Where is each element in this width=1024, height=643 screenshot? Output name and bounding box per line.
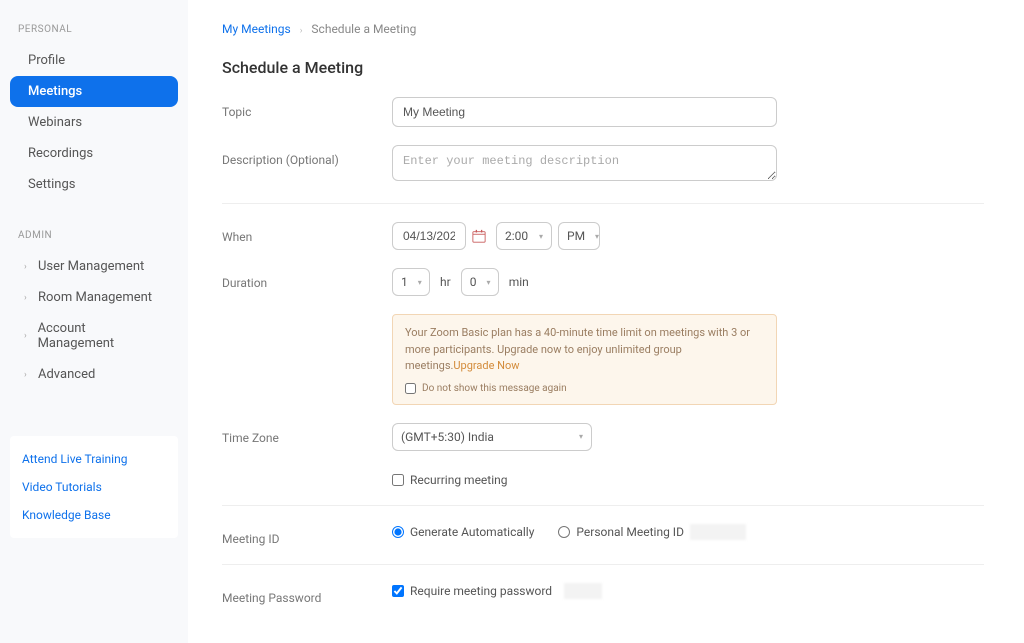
sidebar: PERSONAL Profile Meetings Webinars Recor… bbox=[0, 0, 188, 643]
sidebar-item-settings[interactable]: Settings bbox=[10, 169, 178, 200]
chevron-right-icon: › bbox=[24, 331, 34, 341]
hr-unit: hr bbox=[440, 275, 451, 289]
breadcrumb-my-meetings[interactable]: My Meetings bbox=[222, 22, 291, 36]
link-live-training[interactable]: Attend Live Training bbox=[22, 452, 166, 466]
radio-generate-auto[interactable]: Generate Automatically bbox=[392, 525, 534, 539]
min-unit: min bbox=[509, 275, 529, 289]
chevron-down-icon: ▾ bbox=[486, 278, 490, 287]
duration-min-select[interactable]: 0▾ bbox=[461, 268, 499, 296]
chevron-down-icon: ▾ bbox=[418, 278, 422, 287]
chevron-down-icon: ▾ bbox=[595, 232, 599, 241]
label-description: Description (Optional) bbox=[222, 145, 392, 167]
main-content: My Meetings › Schedule a Meeting Schedul… bbox=[188, 0, 1024, 643]
sidebar-item-label: Advanced bbox=[38, 367, 95, 382]
label-meeting-password: Meeting Password bbox=[222, 583, 392, 605]
divider bbox=[222, 203, 984, 204]
divider bbox=[222, 564, 984, 565]
date-input[interactable] bbox=[392, 222, 466, 250]
label-duration: Duration bbox=[222, 268, 392, 290]
radio-personal-id-input[interactable] bbox=[558, 526, 570, 538]
chevron-right-icon: › bbox=[300, 26, 303, 36]
link-video-tutorials[interactable]: Video Tutorials bbox=[22, 480, 166, 494]
sidebar-item-label: User Management bbox=[38, 259, 144, 274]
sidebar-extras: Attend Live Training Video Tutorials Kno… bbox=[10, 436, 178, 538]
chevron-right-icon: › bbox=[24, 370, 34, 380]
calendar-icon[interactable] bbox=[472, 229, 486, 243]
sidebar-item-label: Account Management bbox=[38, 321, 160, 351]
meeting-password-value bbox=[564, 583, 602, 599]
timezone-select[interactable]: (GMT+5:30) India▾ bbox=[392, 423, 592, 451]
description-textarea[interactable] bbox=[392, 145, 777, 181]
page-title: Schedule a Meeting bbox=[222, 58, 984, 77]
sidebar-item-webinars[interactable]: Webinars bbox=[10, 107, 178, 138]
chevron-right-icon: › bbox=[24, 293, 34, 303]
time-select[interactable]: 2:00▾ bbox=[496, 222, 552, 250]
duration-hr-select[interactable]: 1▾ bbox=[392, 268, 430, 296]
sidebar-item-user-mgmt[interactable]: › User Management bbox=[10, 251, 178, 282]
do-not-show-label: Do not show this message again bbox=[422, 381, 567, 396]
require-password-check[interactable]: Require meeting password bbox=[392, 583, 984, 599]
link-knowledge-base[interactable]: Knowledge Base bbox=[22, 508, 166, 522]
sidebar-admin-title: ADMIN bbox=[10, 226, 178, 251]
upgrade-link[interactable]: Upgrade Now bbox=[453, 359, 519, 372]
topic-input[interactable] bbox=[392, 97, 777, 127]
plan-notice: Your Zoom Basic plan has a 40-minute tim… bbox=[392, 314, 777, 405]
label-meeting-id: Meeting ID bbox=[222, 524, 392, 546]
breadcrumb-current: Schedule a Meeting bbox=[311, 22, 416, 36]
do-not-show-checkbox[interactable] bbox=[405, 383, 416, 394]
sidebar-item-recordings[interactable]: Recordings bbox=[10, 138, 178, 169]
chevron-right-icon: › bbox=[24, 262, 34, 272]
sidebar-item-room-mgmt[interactable]: › Room Management bbox=[10, 282, 178, 313]
ampm-select[interactable]: PM▾ bbox=[558, 222, 600, 250]
sidebar-item-advanced[interactable]: › Advanced bbox=[10, 359, 178, 390]
divider bbox=[222, 505, 984, 506]
label-when: When bbox=[222, 222, 392, 244]
recurring-checkbox[interactable] bbox=[392, 474, 404, 486]
sidebar-item-account-mgmt[interactable]: › Account Management bbox=[10, 313, 178, 359]
chevron-down-icon: ▾ bbox=[579, 432, 583, 441]
breadcrumb: My Meetings › Schedule a Meeting bbox=[222, 22, 984, 36]
sidebar-item-profile[interactable]: Profile bbox=[10, 45, 178, 76]
radio-personal-id[interactable]: Personal Meeting ID bbox=[558, 524, 746, 540]
recurring-label: Recurring meeting bbox=[410, 473, 508, 487]
chevron-down-icon: ▾ bbox=[539, 232, 543, 241]
personal-meeting-id-value bbox=[690, 524, 746, 540]
sidebar-personal-title: PERSONAL bbox=[10, 20, 178, 45]
sidebar-item-label: Room Management bbox=[38, 290, 152, 305]
label-topic: Topic bbox=[222, 97, 392, 119]
sidebar-item-meetings[interactable]: Meetings bbox=[10, 76, 178, 107]
label-timezone: Time Zone bbox=[222, 423, 392, 445]
require-password-checkbox[interactable] bbox=[392, 585, 404, 597]
radio-generate-auto-input[interactable] bbox=[392, 526, 404, 538]
